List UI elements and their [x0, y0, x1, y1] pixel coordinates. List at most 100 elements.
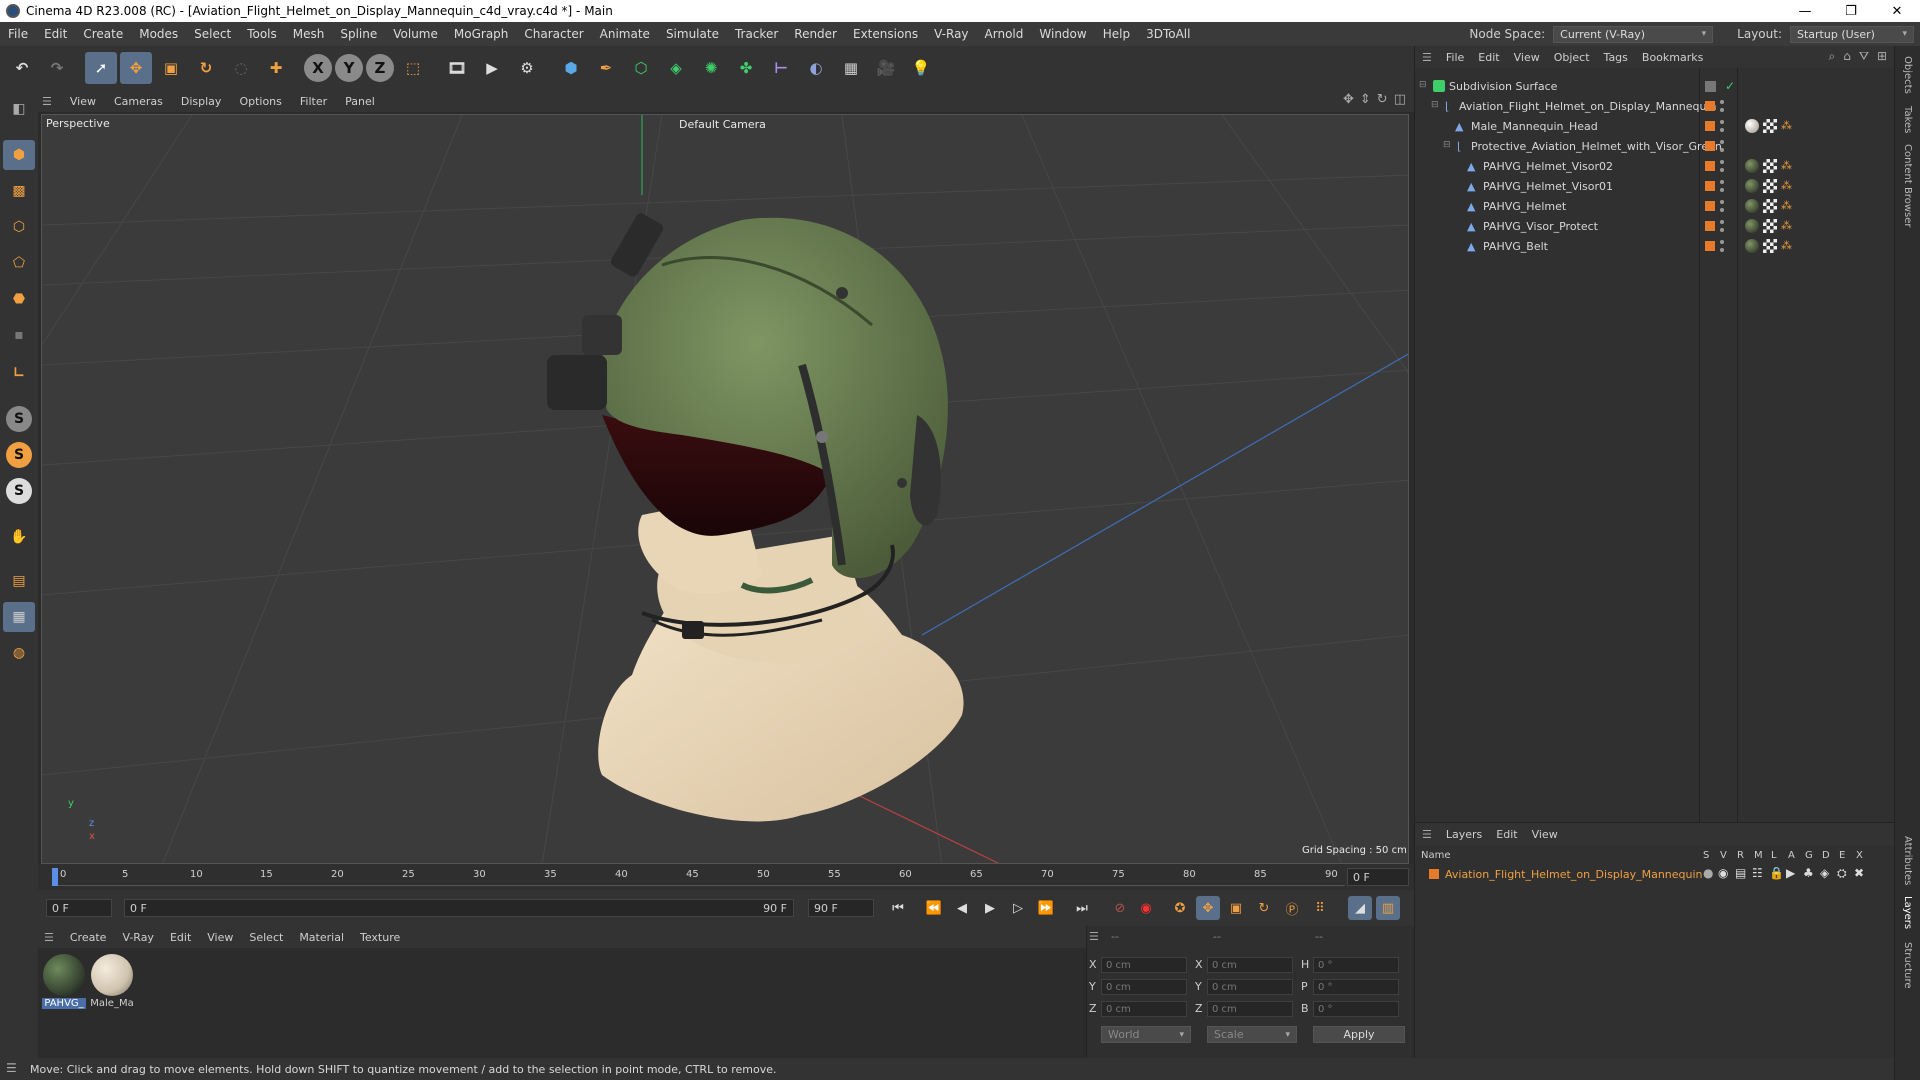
layer-color-icon[interactable]: [1429, 869, 1439, 879]
timeline-window-icon[interactable]: ▥: [1376, 896, 1400, 920]
frame-range-slider[interactable]: 0 F 90 F: [124, 899, 794, 917]
filter-icon[interactable]: ⛛: [1859, 49, 1869, 64]
uvw-tag-icon[interactable]: [1763, 239, 1777, 253]
prev-frame-icon[interactable]: ◀: [950, 896, 974, 920]
layer-menu-view[interactable]: View: [1525, 828, 1565, 841]
layer-col-l[interactable]: L: [1771, 850, 1777, 861]
panel-menu-icon[interactable]: ☰: [1415, 828, 1439, 841]
material-swatch-pahvg[interactable]: PAHVG_: [42, 954, 86, 1009]
animation-icon[interactable]: ▶: [1786, 866, 1795, 880]
mat-menu-material[interactable]: Material: [291, 931, 352, 944]
uvw-tag-icon[interactable]: [1763, 179, 1777, 193]
axis-mode-icon[interactable]: ∟: [3, 358, 35, 388]
menu-spline[interactable]: Spline: [332, 27, 385, 41]
obj-menu-bookmarks[interactable]: Bookmarks: [1635, 51, 1710, 64]
mat-menu-view[interactable]: View: [199, 931, 241, 944]
viewport-solo-icon[interactable]: ◧: [3, 94, 35, 124]
material-tag-icon[interactable]: [1745, 179, 1759, 193]
prev-key-icon[interactable]: ⏪: [922, 896, 946, 920]
obj-menu-edit[interactable]: Edit: [1471, 51, 1506, 64]
layer-col-g[interactable]: G: [1805, 850, 1813, 861]
edges-mode-icon[interactable]: ⬠: [3, 248, 35, 278]
object-row-aviation-group[interactable]: ⊟ ⌊ Aviation_Flight_Helmet_on_Display_Ma…: [1415, 96, 1895, 116]
start-frame-field[interactable]: 0 F: [46, 899, 112, 917]
visibility-dots-icon[interactable]: [1720, 220, 1724, 232]
uv-mode-icon[interactable]: ▪: [3, 320, 35, 350]
toggle-view-icon[interactable]: ◫: [1394, 92, 1406, 107]
floor-icon[interactable]: ▦: [835, 52, 867, 84]
key-scale-icon[interactable]: ▣: [1224, 896, 1248, 920]
material-tag-icon[interactable]: [1745, 239, 1759, 253]
object-row-visor-protect[interactable]: ▲ PAHVG_Visor_Protect ⁂: [1415, 216, 1895, 236]
viewport-menu-panel[interactable]: Panel: [336, 95, 384, 108]
extrude-icon[interactable]: ◈: [660, 52, 692, 84]
go-to-start-icon[interactable]: ⏮: [886, 896, 910, 920]
panel-menu-icon[interactable]: ☰: [6, 1061, 17, 1075]
record-icon[interactable]: ⊘: [1108, 896, 1132, 920]
layer-col-a[interactable]: A: [1788, 850, 1795, 861]
selection-tag-icon[interactable]: ⁂: [1781, 119, 1795, 133]
object-row-visor01[interactable]: ▲ PAHVG_Helmet_Visor01 ⁂: [1415, 176, 1895, 196]
rotation-p-field[interactable]: 0 °: [1313, 979, 1399, 995]
viewport-menu-display[interactable]: Display: [172, 95, 231, 108]
render-picture-viewer-icon[interactable]: ▶: [476, 52, 508, 84]
perspective-viewport[interactable]: Perspective Default Camera Grid Spacing …: [41, 114, 1409, 864]
close-button[interactable]: ✕: [1874, 0, 1920, 22]
collapse-icon[interactable]: ⊟: [1419, 80, 1431, 92]
layer-menu-layers[interactable]: Layers: [1439, 828, 1489, 841]
tab-layers[interactable]: Layers: [1902, 896, 1913, 929]
pen-spline-icon[interactable]: ✒: [590, 52, 622, 84]
menu-character[interactable]: Character: [516, 27, 591, 41]
visibility-dots-icon[interactable]: [1720, 200, 1724, 212]
search-icon[interactable]: ⌕: [1828, 49, 1835, 64]
end-frame-field[interactable]: 90 F: [808, 899, 874, 917]
key-rotation-icon[interactable]: ↻: [1252, 896, 1276, 920]
rotate-view-icon[interactable]: ↻: [1377, 92, 1388, 107]
object-row-male-head[interactable]: ▲ Male_Mannequin_Head ⁂: [1415, 116, 1895, 136]
go-to-end-icon[interactable]: ⏭: [1070, 896, 1094, 920]
visibility-dots-icon[interactable]: [1720, 240, 1724, 252]
node-space-dropdown[interactable]: Current (V-Ray) ▾: [1553, 25, 1714, 43]
coord-type-dropdown[interactable]: Scale ▾: [1207, 1026, 1297, 1043]
key-selection-icon[interactable]: ✪: [1168, 896, 1192, 920]
coord-mode-dropdown[interactable]: World ▾: [1101, 1026, 1191, 1043]
camera-icon[interactable]: 🎥: [870, 52, 902, 84]
selection-tag-icon[interactable]: ⁂: [1781, 239, 1795, 253]
cube-icon[interactable]: ⬢: [555, 52, 587, 84]
solo-icon[interactable]: ●: [1703, 866, 1713, 880]
rotation-b-field[interactable]: 0 °: [1313, 1001, 1399, 1017]
texture-mode-icon[interactable]: ▩: [3, 176, 35, 206]
menu-help[interactable]: Help: [1095, 27, 1138, 41]
collapse-icon[interactable]: ⊟: [1431, 100, 1443, 112]
next-key-icon[interactable]: ⏩: [1034, 896, 1058, 920]
visibility-dots-icon[interactable]: [1720, 120, 1724, 132]
collapse-icon[interactable]: ⊟: [1443, 140, 1455, 152]
menu-simulate[interactable]: Simulate: [658, 27, 727, 41]
object-row-belt[interactable]: ▲ PAHVG_Belt ⁂: [1415, 236, 1895, 256]
layer-col-v[interactable]: V: [1720, 850, 1727, 861]
material-tag-icon[interactable]: [1745, 119, 1759, 133]
grid-icon[interactable]: ▦: [3, 602, 35, 632]
add-object-icon[interactable]: ✚: [260, 52, 292, 84]
polygons-mode-icon[interactable]: ⬣: [3, 284, 35, 314]
maximize-button[interactable]: ❐: [1828, 0, 1874, 22]
dolly-view-icon[interactable]: ⇕: [1360, 92, 1371, 107]
position-x-field[interactable]: 0 cm: [1101, 957, 1187, 973]
menu-mesh[interactable]: Mesh: [285, 27, 333, 41]
manager-icon[interactable]: ☷: [1752, 866, 1763, 880]
xref-icon[interactable]: ✖: [1854, 866, 1864, 880]
mat-menu-edit[interactable]: Edit: [162, 931, 199, 944]
render-icon[interactable]: ▤: [1735, 866, 1746, 880]
points-mode-icon[interactable]: ⬡: [3, 212, 35, 242]
home-icon[interactable]: ⌂: [1843, 49, 1851, 64]
mat-menu-vray[interactable]: V-Ray: [114, 931, 162, 944]
coordinate-system-icon[interactable]: ⬚: [397, 52, 429, 84]
generator-icon[interactable]: ♣: [1803, 866, 1814, 880]
timeline-motion-icon[interactable]: ◢: [1348, 896, 1372, 920]
layer-col-m[interactable]: M: [1754, 850, 1763, 861]
menu-animate[interactable]: Animate: [592, 27, 658, 41]
obj-menu-view[interactable]: View: [1507, 51, 1547, 64]
material-tag-icon[interactable]: [1745, 219, 1759, 233]
rotate-tool-icon[interactable]: ↻: [190, 52, 222, 84]
object-row-visor02[interactable]: ▲ PAHVG_Helmet_Visor02 ⁂: [1415, 156, 1895, 176]
